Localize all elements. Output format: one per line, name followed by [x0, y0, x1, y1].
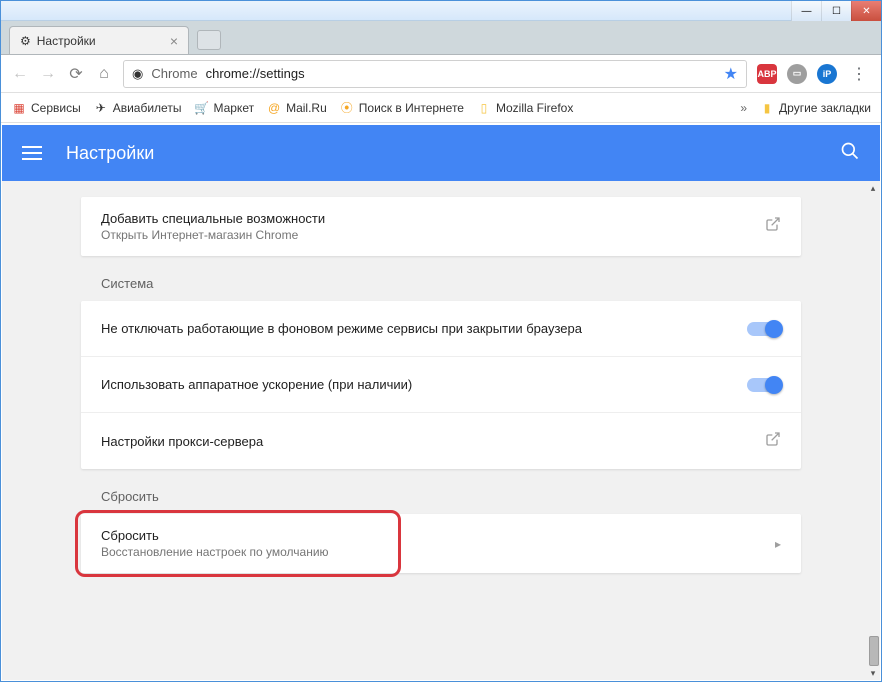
tab-strip: ⚙ Настройки ×	[1, 21, 881, 55]
search-icon[interactable]	[840, 141, 860, 166]
system-card: Не отключать работающие в фоновом режиме…	[81, 301, 801, 469]
row-title: Использовать аппаратное ускорение (при н…	[101, 377, 747, 392]
new-tab-button[interactable]	[197, 30, 221, 50]
window-close-button[interactable]: ✕	[851, 1, 881, 21]
forward-button[interactable]: →	[39, 65, 57, 83]
bookmark-star-icon[interactable]: ★	[724, 64, 738, 84]
mail-icon: @	[266, 100, 282, 116]
proxy-settings-row[interactable]: Настройки прокси-сервера	[81, 413, 801, 469]
external-link-icon	[765, 216, 781, 237]
scroll-down-button[interactable]: ▾	[867, 668, 879, 680]
folder-icon: ▮	[759, 100, 775, 116]
bookmark-label: Поиск в Интернете	[359, 101, 464, 115]
browser-toolbar: ← → ⟳ ⌂ ◉ Chrome chrome://settings ★ ABP…	[1, 55, 881, 93]
scroll-up-button[interactable]: ▴	[867, 183, 879, 195]
accessibility-card: Добавить специальные возможности Открыть…	[81, 197, 801, 256]
reset-settings-row[interactable]: Сбросить Восстановление настроек по умол…	[81, 514, 801, 573]
row-subtitle: Открыть Интернет-магазин Chrome	[101, 228, 765, 242]
page-content: Настройки Добавить специальные возможнос…	[2, 125, 880, 680]
menu-hamburger-icon[interactable]	[22, 146, 42, 160]
extension-icon[interactable]: ▭	[787, 64, 807, 84]
window-frame: — ☐ ✕ ⚙ Настройки × ← → ⟳ ⌂ ◉ Chrome chr…	[0, 0, 882, 682]
chrome-favicon-icon: ◉	[132, 66, 143, 82]
reset-card: Сбросить Восстановление настроек по умол…	[81, 514, 801, 573]
add-accessibility-row[interactable]: Добавить специальные возможности Открыть…	[81, 197, 801, 256]
plane-icon: ✈	[93, 100, 109, 116]
gear-icon: ⚙	[20, 34, 31, 48]
bookmark-label: Авиабилеты	[113, 101, 182, 115]
extension-icon[interactable]: iP	[817, 64, 837, 84]
hardware-acceleration-row[interactable]: Использовать аппаратное ускорение (при н…	[81, 357, 801, 413]
chevron-right-icon: ▸	[775, 537, 781, 551]
page-icon: ▯	[476, 100, 492, 116]
hardware-acceleration-toggle[interactable]	[747, 378, 781, 392]
bookmark-item[interactable]: ⦿ Поиск в Интернете	[339, 100, 464, 116]
system-section-label: Система	[81, 256, 801, 301]
bookmark-item[interactable]: 🛒 Маркет	[193, 100, 254, 116]
bookmark-item[interactable]: @ Mail.Ru	[266, 100, 327, 116]
bookmark-label: Mail.Ru	[286, 101, 327, 115]
scrollbar-thumb[interactable]	[869, 636, 879, 666]
row-title: Сбросить	[101, 528, 775, 543]
apps-label: Сервисы	[31, 101, 81, 115]
bookmarks-bar: ▦ Сервисы ✈ Авиабилеты 🛒 Маркет @ Mail.R…	[1, 93, 881, 123]
bookmark-item[interactable]: ✈ Авиабилеты	[93, 100, 182, 116]
other-bookmarks-label: Другие закладки	[779, 101, 871, 115]
settings-header: Настройки	[2, 125, 880, 181]
background-services-toggle[interactable]	[747, 322, 781, 336]
reset-section-label: Сбросить	[81, 469, 801, 514]
background-services-row[interactable]: Не отключать работающие в фоновом режиме…	[81, 301, 801, 357]
row-title: Не отключать работающие в фоновом режиме…	[101, 321, 747, 336]
apps-shortcut[interactable]: ▦ Сервисы	[11, 100, 81, 116]
external-link-icon	[765, 431, 781, 452]
browser-menu-button[interactable]: ⋮	[847, 64, 871, 84]
tab-title: Настройки	[37, 34, 96, 48]
row-title: Настройки прокси-сервера	[101, 434, 765, 449]
bookmark-item[interactable]: ▯ Mozilla Firefox	[476, 100, 573, 116]
apps-icon: ▦	[11, 100, 27, 116]
window-minimize-button[interactable]: —	[791, 1, 821, 21]
window-maximize-button[interactable]: ☐	[821, 1, 851, 21]
omnibox-url: chrome://settings	[206, 66, 305, 81]
browser-tab-settings[interactable]: ⚙ Настройки ×	[9, 26, 189, 54]
window-controls: — ☐ ✕	[791, 1, 881, 21]
settings-scroll-area[interactable]: Добавить специальные возможности Открыть…	[2, 181, 880, 680]
tab-close-icon[interactable]: ×	[170, 33, 178, 49]
search-icon: ⦿	[339, 100, 355, 116]
reload-button[interactable]: ⟳	[67, 64, 85, 84]
cart-icon: 🛒	[193, 100, 209, 116]
row-subtitle: Восстановление настроек по умолчанию	[101, 545, 775, 559]
row-title: Добавить специальные возможности	[101, 211, 765, 226]
bookmark-label: Маркет	[213, 101, 254, 115]
window-titlebar: — ☐ ✕	[1, 1, 881, 21]
bookmark-label: Mozilla Firefox	[496, 101, 573, 115]
omnibox-origin-label: Chrome	[151, 66, 197, 81]
abp-extension-icon[interactable]: ABP	[757, 64, 777, 84]
home-button[interactable]: ⌂	[95, 65, 113, 83]
address-bar[interactable]: ◉ Chrome chrome://settings ★	[123, 60, 747, 88]
back-button[interactable]: ←	[11, 65, 29, 83]
page-title: Настройки	[66, 143, 154, 164]
other-bookmarks-button[interactable]: ▮ Другие закладки	[759, 100, 871, 116]
bookmarks-overflow-button[interactable]: »	[740, 101, 747, 115]
